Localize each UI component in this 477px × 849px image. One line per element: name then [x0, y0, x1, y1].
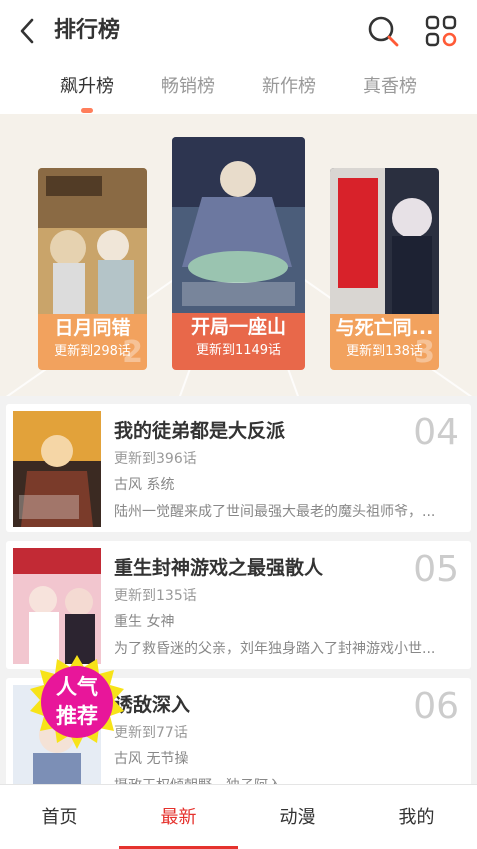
comic-description: 为了救昏迷的父亲，刘年独身踏入了封神游戏小世... [114, 641, 436, 657]
tab-soaring[interactable]: 飙升榜 [37, 72, 137, 102]
podium-card-rank-2[interactable]: 日月同错 更新到298话 2 [38, 168, 147, 370]
comic-title: 我的徒弟都是大反派 [114, 420, 286, 442]
tab-bestselling[interactable]: 畅销榜 [138, 72, 238, 102]
comic-description: 摄政王权倾朝野，独子阿入... [114, 775, 460, 784]
search-icon[interactable] [366, 14, 400, 48]
comic-cover-image [13, 411, 101, 527]
badge-label-line1: 人气 [56, 675, 98, 699]
comic-tags: 重生 女神 [114, 614, 175, 630]
comic-cover-image [38, 168, 147, 314]
comic-title: 诱敌深入 [114, 694, 191, 716]
rank-number: 3 [414, 335, 435, 370]
nav-home[interactable]: 首页 [0, 803, 119, 829]
rank-number: 04 [413, 412, 459, 453]
podium-card-rank-1[interactable]: 开局一座山 更新到1149话 [172, 137, 305, 370]
ranking-tabs: 飙升榜 畅销榜 新作榜 真香榜 [0, 64, 477, 114]
tab-new-works[interactable]: 新作榜 [239, 72, 339, 102]
popular-recommendation-badge[interactable]: 人气 推荐 [30, 655, 124, 749]
comic-update-status: 更新到135话 [114, 588, 197, 604]
nav-anime[interactable]: 动漫 [238, 803, 357, 829]
tab-truly-good[interactable]: 真香榜 [340, 72, 440, 102]
comic-tags: 古风 系统 [114, 477, 175, 493]
top-bar: 排行榜 [0, 0, 477, 64]
nav-mine[interactable]: 我的 [357, 803, 476, 829]
rank-number: 2 [122, 335, 143, 370]
podium-info-panel: 开局一座山 更新到1149话 [172, 313, 305, 370]
rank-number: 05 [413, 549, 459, 590]
list-item[interactable]: 我的徒弟都是大反派 更新到396话 古风 系统 陆州一觉醒来成了世间最强大最老的… [6, 404, 471, 532]
rank-number: 06 [413, 686, 459, 727]
comic-update-status: 更新到1149话 [195, 343, 282, 358]
comic-update-status: 更新到396话 [114, 451, 197, 467]
back-arrow-icon[interactable] [14, 14, 42, 48]
comic-title: 重生封神游戏之最强散人 [114, 557, 324, 579]
comic-cover-image [330, 168, 439, 314]
podium-card-rank-3[interactable]: 与死亡同... 更新到138话 3 [330, 168, 439, 370]
active-tab-indicator [81, 108, 93, 113]
comic-update-status: 更新到77话 [114, 725, 188, 741]
comic-title: 开局一座山 [190, 316, 286, 338]
page-title: 排行榜 [54, 18, 121, 43]
comic-cover-image [172, 137, 305, 313]
bottom-navigation: 首页 最新 动漫 我的 [0, 784, 477, 849]
comic-description: 陆州一觉醒来成了世间最强大最老的魔头祖师爷，... [114, 504, 436, 520]
badge-label-line2: 推荐 [56, 704, 98, 728]
nav-latest[interactable]: 最新 [119, 803, 238, 829]
list-item[interactable]: 重生封神游戏之最强散人 更新到135话 重生 女神 为了救昏迷的父亲，刘年独身踏… [6, 541, 471, 669]
comic-tags: 古风 无节操 [114, 751, 189, 767]
comic-cover-image [13, 548, 101, 664]
top-three-podium: 日月同错 更新到298话 2 开局一座山 更新到1149话 与死亡同... 更新… [0, 114, 477, 396]
badge-label: 人气 推荐 [30, 673, 124, 731]
category-grid-icon[interactable] [424, 14, 458, 48]
